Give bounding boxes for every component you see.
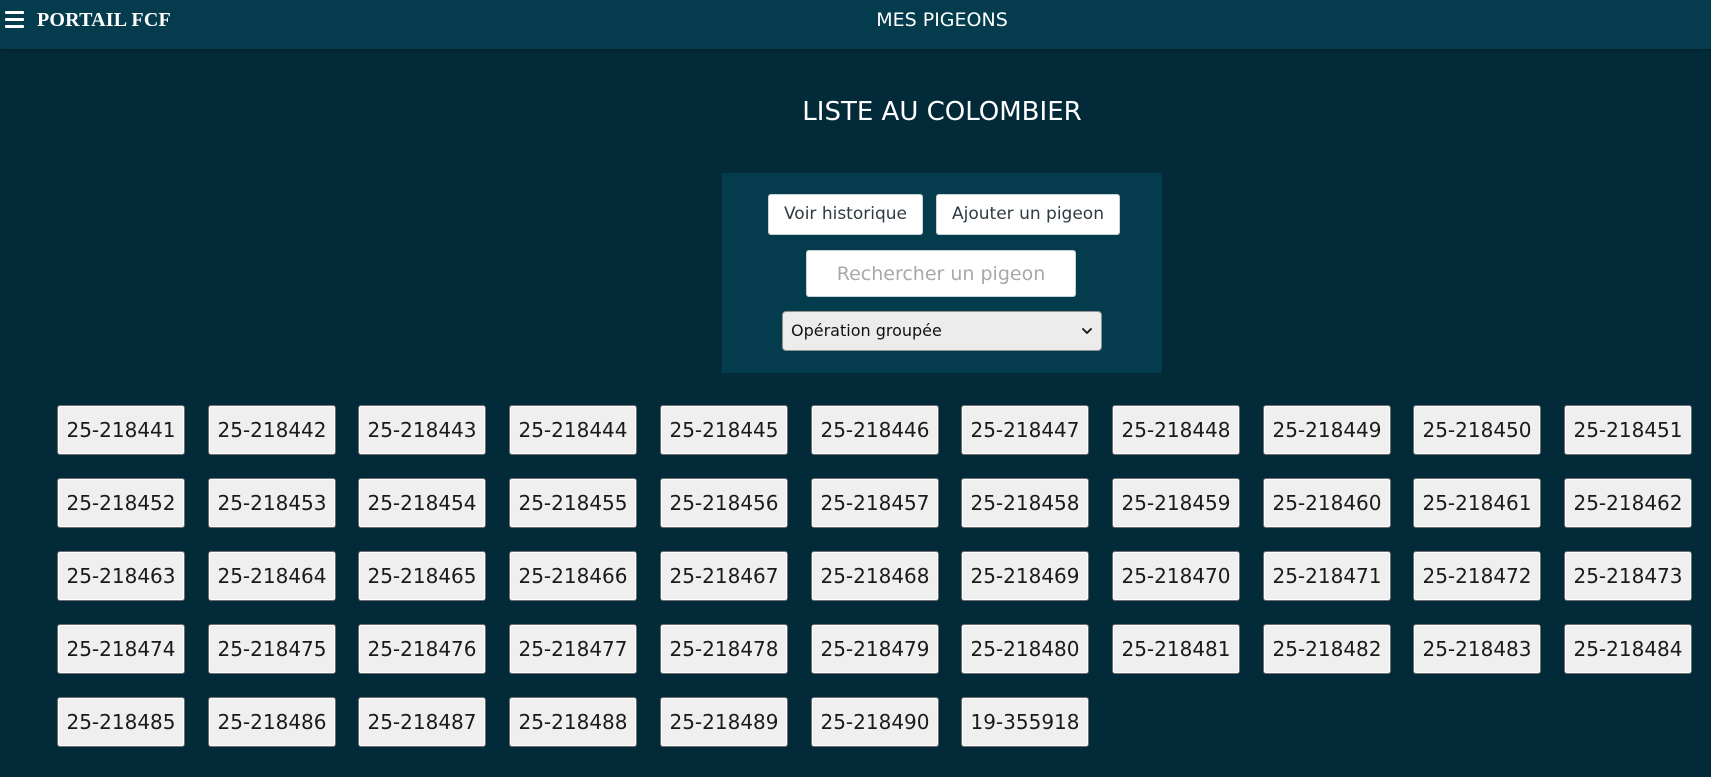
pigeon-button[interactable]: 25-218485 [57,697,185,747]
pigeon-button[interactable]: 19-355918 [961,697,1089,747]
pigeon-button[interactable]: 25-218441 [57,405,185,455]
pigeon-button[interactable]: 25-218442 [208,405,336,455]
pigeon-button[interactable]: 25-218470 [1112,551,1240,601]
pigeon-button[interactable]: 25-218467 [660,551,788,601]
pigeon-button[interactable]: 25-218448 [1112,405,1240,455]
pigeon-button[interactable]: 25-218446 [811,405,939,455]
pigeon-button[interactable]: 25-218443 [358,405,486,455]
view-history-button[interactable]: Voir historique [768,194,923,235]
pigeon-button[interactable]: 25-218457 [811,478,939,528]
add-pigeon-button[interactable]: Ajouter un pigeon [936,194,1120,235]
list-title: LISTE AU COLOMBIER [802,97,1082,127]
pigeon-button[interactable]: 25-218469 [961,551,1089,601]
pigeon-button[interactable]: 25-218474 [57,624,185,674]
pigeon-button[interactable]: 25-218479 [811,624,939,674]
pigeon-button[interactable]: 25-218459 [1112,478,1240,528]
pigeon-button[interactable]: 25-218488 [509,697,637,747]
pigeon-button[interactable]: 25-218445 [660,405,788,455]
pigeon-button[interactable]: 25-218483 [1413,624,1541,674]
pigeon-button[interactable]: 25-218481 [1112,624,1240,674]
search-pigeon-input[interactable] [806,250,1076,297]
pigeon-button[interactable]: 25-218477 [509,624,637,674]
bulk-operation-select[interactable]: Opération groupée [782,311,1102,351]
pigeon-button[interactable]: 25-218468 [811,551,939,601]
pigeon-button[interactable]: 25-218463 [57,551,185,601]
pigeon-button[interactable]: 25-218458 [961,478,1089,528]
pigeon-button[interactable]: 25-218453 [208,478,336,528]
actions-panel: Voir historique Ajouter un pigeon Opérat… [722,173,1162,373]
pigeon-button[interactable]: 25-218476 [358,624,486,674]
page-heading: MES PIGEONS [876,9,1008,31]
pigeon-button[interactable]: 25-218466 [509,551,637,601]
pigeon-button[interactable]: 25-218454 [358,478,486,528]
pigeon-button[interactable]: 25-218478 [660,624,788,674]
pigeon-button[interactable]: 25-218486 [208,697,336,747]
pigeon-button[interactable]: 25-218450 [1413,405,1541,455]
pigeon-button[interactable]: 25-218451 [1564,405,1692,455]
pigeon-button[interactable]: 25-218460 [1263,478,1391,528]
pigeon-button[interactable]: 25-218465 [358,551,486,601]
pigeon-button[interactable]: 25-218475 [208,624,336,674]
pigeon-button[interactable]: 25-218456 [660,478,788,528]
pigeon-button[interactable]: 25-218482 [1263,624,1391,674]
pigeon-button[interactable]: 25-218444 [509,405,637,455]
pigeon-button[interactable]: 25-218464 [208,551,336,601]
pigeon-button[interactable]: 25-218480 [961,624,1089,674]
pigeon-button[interactable]: 25-218473 [1564,551,1692,601]
top-navigation-bar: PORTAIL FCF MES PIGEONS [0,0,1711,49]
pigeon-button[interactable]: 25-218461 [1413,478,1541,528]
bulk-operation-selected-value: Opération groupée [791,321,942,340]
pigeon-button[interactable]: 25-218447 [961,405,1089,455]
pigeon-button[interactable]: 25-218484 [1564,624,1692,674]
pigeon-button[interactable]: 25-218472 [1413,551,1541,601]
pigeon-button[interactable]: 25-218490 [811,697,939,747]
pigeon-button[interactable]: 25-218487 [358,697,486,747]
pigeon-button[interactable]: 25-218489 [660,697,788,747]
chevron-down-icon [1082,328,1092,334]
pigeon-button[interactable]: 25-218462 [1564,478,1692,528]
pigeon-button[interactable]: 25-218455 [509,478,637,528]
pigeon-button[interactable]: 25-218449 [1263,405,1391,455]
pigeon-button[interactable]: 25-218471 [1263,551,1391,601]
pigeon-button[interactable]: 25-218452 [57,478,185,528]
